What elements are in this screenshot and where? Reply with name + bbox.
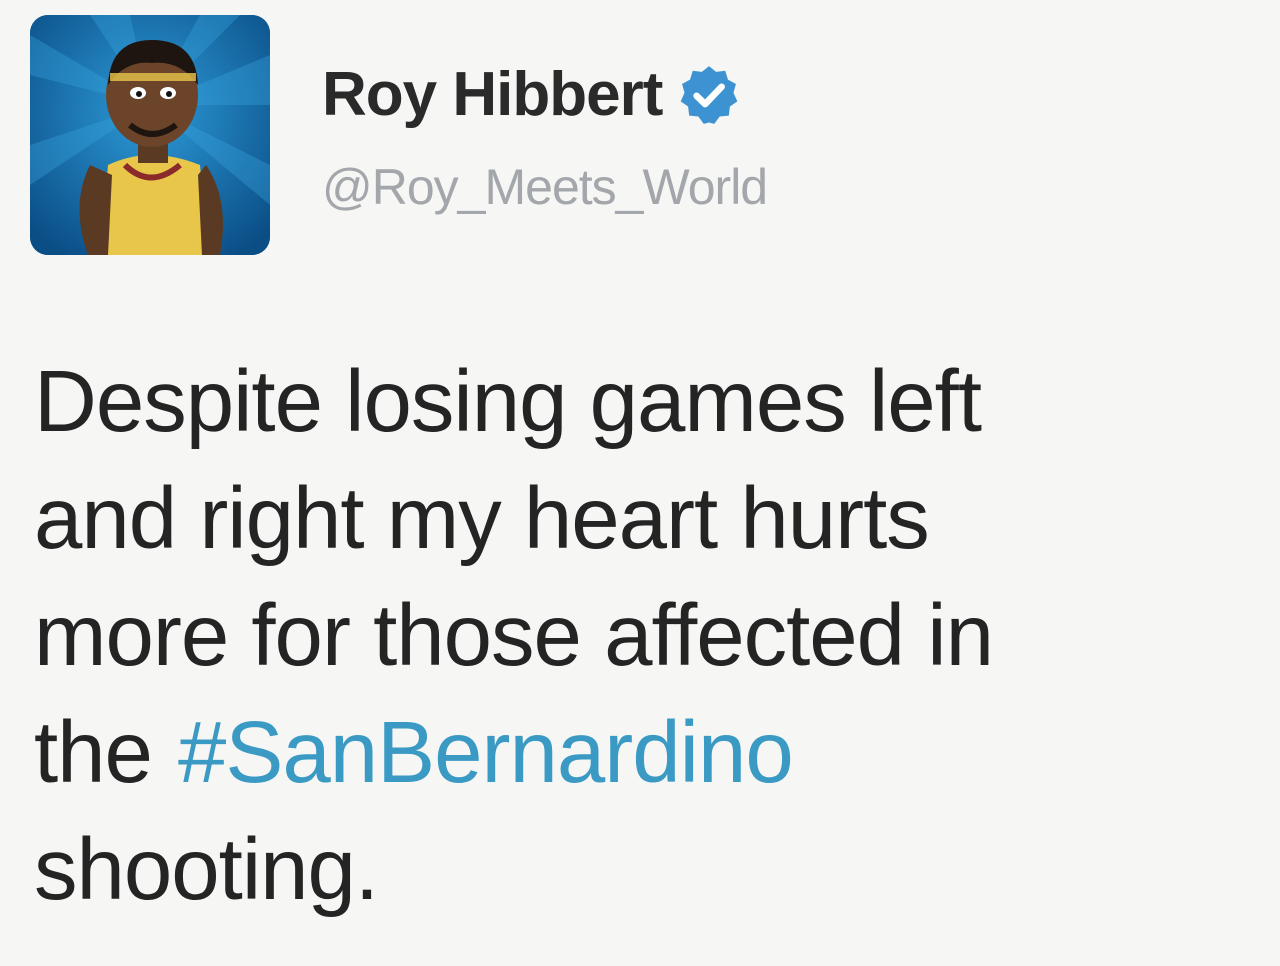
author-handle[interactable]: @Roy_Meets_World bbox=[322, 162, 768, 212]
tweet-line: more for those affected in bbox=[34, 587, 994, 684]
profile-avatar[interactable] bbox=[30, 15, 270, 255]
author-display-name[interactable]: Roy Hibbert bbox=[322, 64, 663, 126]
tweet-text: Despite losing games left and right my h… bbox=[34, 343, 1254, 928]
tweet-line: the #SanBernardino bbox=[34, 694, 1254, 811]
tweet-card: Roy Hibbert @Roy_Meets_World Despite los… bbox=[0, 0, 1280, 966]
hashtag-link[interactable]: #SanBernardino bbox=[178, 704, 794, 801]
tweet-line: Despite losing games left bbox=[34, 353, 982, 450]
author-name-row: Roy Hibbert bbox=[322, 62, 742, 128]
cartoon-player-icon bbox=[30, 15, 270, 255]
tweet-line: shooting. bbox=[34, 821, 379, 918]
tweet-line: and right my heart hurts bbox=[34, 470, 930, 567]
tweet-line-prefix: the bbox=[34, 704, 153, 801]
verified-badge-icon bbox=[676, 62, 742, 128]
